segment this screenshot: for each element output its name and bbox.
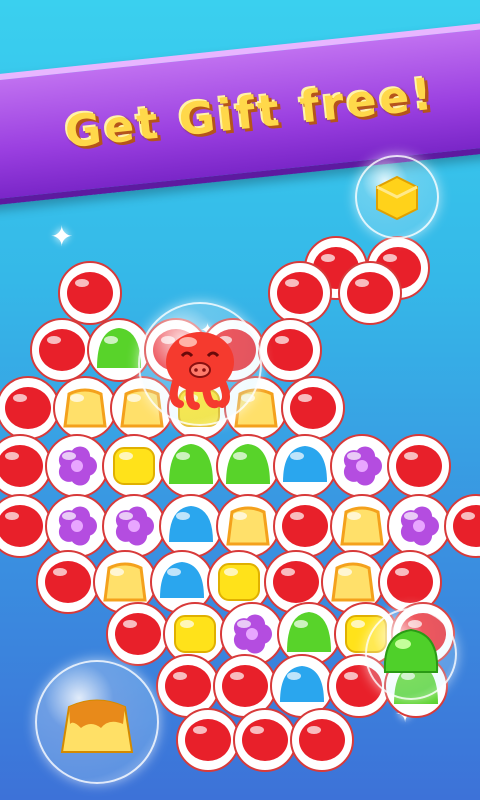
candy-tile-orange[interactable] (330, 494, 394, 558)
candy-tile-red[interactable] (213, 654, 277, 718)
candy-tile-red[interactable] (258, 318, 322, 382)
candy-tile-red[interactable] (387, 434, 451, 498)
candy-tile-purple[interactable] (387, 494, 451, 558)
candy-tile-purple[interactable] (45, 434, 109, 498)
bubble-yellow-cube[interactable] (355, 155, 439, 239)
candy-tile-orange[interactable] (216, 494, 280, 558)
candy-tile-red[interactable] (0, 376, 60, 440)
bubble-green-gumdrop[interactable] (365, 608, 457, 700)
candy-tile-green[interactable] (159, 434, 223, 498)
candy-tile-purple[interactable] (102, 494, 166, 558)
candy-tile-red[interactable] (106, 602, 170, 666)
candy-tile-blue[interactable] (273, 434, 337, 498)
candy-tile-purple[interactable] (330, 434, 394, 498)
candy-tile-red[interactable] (36, 550, 100, 614)
candy-tile-green[interactable] (216, 434, 280, 498)
candy-tile-red[interactable] (281, 376, 345, 440)
candy-tile-red[interactable] (233, 708, 297, 772)
candy-tile-blue[interactable] (270, 654, 334, 718)
yellow-cube-icon (376, 175, 418, 221)
candy-tile-red[interactable] (290, 708, 354, 772)
candy-tile-red[interactable] (58, 261, 122, 325)
bubble-octopus[interactable] (138, 302, 262, 426)
octopus-icon (166, 332, 234, 410)
candy-tile-orange[interactable] (53, 376, 117, 440)
candy-tile-red[interactable] (338, 261, 402, 325)
bubble-pudding[interactable] (35, 660, 159, 784)
candy-tile-red[interactable] (273, 494, 337, 558)
candy-tile-red[interactable] (0, 434, 52, 498)
candy-tile-blue[interactable] (159, 494, 223, 558)
candy-tile-purple[interactable] (45, 494, 109, 558)
green-gumdrop-icon (383, 628, 439, 673)
candy-tile-red[interactable] (30, 318, 94, 382)
candy-tile-red[interactable] (0, 494, 52, 558)
candy-tile-red[interactable] (444, 494, 480, 558)
candy-tile-red[interactable] (268, 261, 332, 325)
candy-tile-red[interactable] (176, 708, 240, 772)
candy-tile-red[interactable] (156, 654, 220, 718)
candy-tile-yellow[interactable] (102, 434, 166, 498)
pudding-icon (60, 699, 134, 753)
